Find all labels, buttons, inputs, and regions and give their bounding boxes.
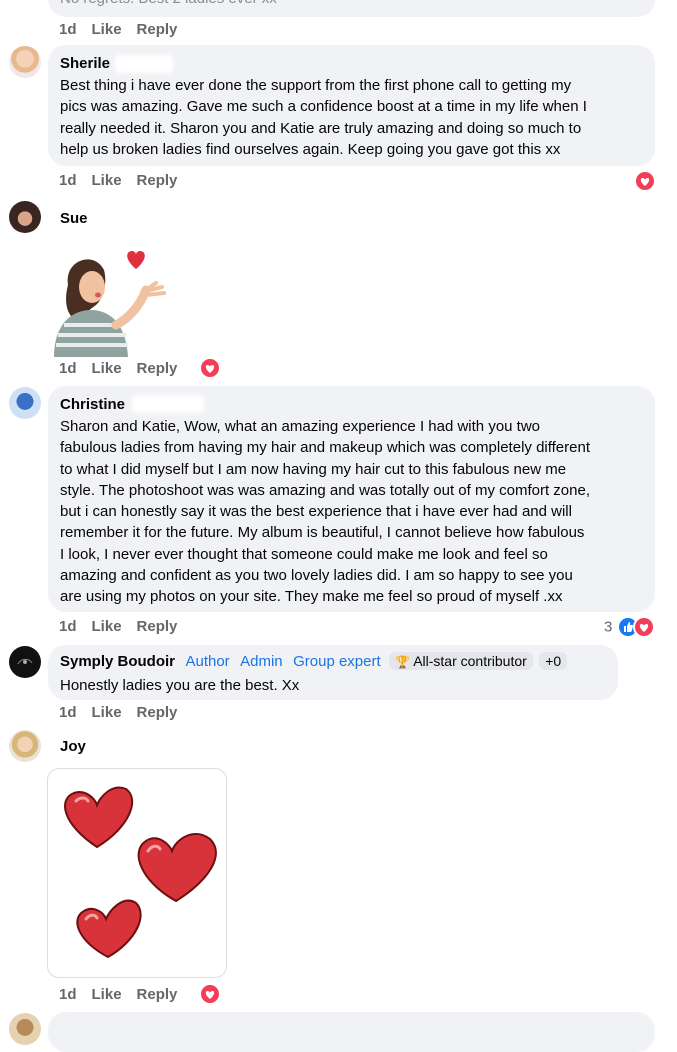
timestamp[interactable]: 1d (59, 21, 77, 38)
group-expert-badge[interactable]: Group expert (293, 653, 381, 670)
reply-button[interactable]: Reply (137, 986, 178, 1003)
heart-reaction-icon[interactable] (199, 357, 221, 379)
commenter-name[interactable]: Christine (60, 396, 125, 413)
name-redaction (96, 210, 136, 228)
avatar[interactable] (9, 730, 41, 762)
heart-icon (76, 899, 142, 959)
like-button[interactable]: Like (92, 618, 122, 635)
three-hearts-sticker[interactable] (47, 768, 227, 978)
comment-bubble (48, 1012, 655, 1052)
timestamp[interactable]: 1d (59, 172, 77, 189)
previous-comment-text: No regrets. Best 2 ladies ever xx (60, 0, 277, 9)
commenter-header: Symply Boudoir Author Admin Group expert… (60, 652, 568, 671)
name-redaction (132, 395, 204, 413)
contributor-label: All-star contributor (413, 653, 527, 669)
comment-actions: 1d Like Reply (59, 360, 192, 377)
avatar[interactable] (9, 201, 41, 233)
comment-actions: 1d Like Reply (59, 618, 192, 635)
comment-actions: 1d Like Reply (59, 986, 192, 1003)
reaction-summary[interactable]: 3 (604, 616, 655, 638)
author-badge[interactable]: Author (185, 653, 229, 670)
heart-reaction-icon[interactable] (634, 170, 656, 192)
heart-reaction-icon (632, 616, 655, 638)
comment-text-line: I look, I never ever thought that someon… (60, 545, 548, 563)
more-badges-button[interactable]: +0 (539, 652, 568, 670)
heart-icon (137, 833, 217, 903)
reply-button[interactable]: Reply (137, 21, 178, 38)
comment-text: Best thing i have ever done the support … (60, 75, 650, 160)
trophy-icon: 🏆 (395, 655, 411, 669)
like-button[interactable]: Like (92, 360, 122, 377)
avatar[interactable] (9, 387, 41, 419)
commenter-name[interactable]: Joy (60, 738, 86, 755)
admin-badge[interactable]: Admin (240, 653, 283, 670)
timestamp[interactable]: 1d (59, 360, 77, 377)
comment-text-line: Best thing i have ever done the support … (60, 77, 572, 94)
name-redaction (115, 55, 173, 73)
comment-text-line: amazing and confident as you two lovely … (60, 567, 573, 585)
heart-icon (64, 786, 134, 849)
like-button[interactable]: Like (92, 172, 122, 189)
reply-button[interactable]: Reply (137, 360, 178, 377)
comment-text-line: to what I did myself but I am now having… (60, 460, 567, 478)
commenter-name[interactable]: Symply Boudoir (60, 653, 175, 670)
timestamp[interactable]: 1d (59, 704, 77, 721)
reply-button[interactable]: Reply (137, 704, 178, 721)
timestamp[interactable]: 1d (59, 986, 77, 1003)
comment-text-line: fabulous ladies from having my hair and … (60, 439, 590, 457)
like-button[interactable]: Like (92, 704, 122, 721)
avatar[interactable] (9, 46, 41, 78)
reply-button[interactable]: Reply (137, 618, 178, 635)
contributor-badge[interactable]: 🏆 All-star contributor (389, 652, 533, 670)
comment-actions: 1d Like Reply (59, 704, 192, 721)
heart-reaction-icon[interactable] (199, 983, 221, 1005)
comment-text-line: really needed it. Sharon you and Katie a… (60, 119, 582, 137)
comment-text-line: Sharon and Katie, Wow, what an amazing e… (60, 418, 541, 435)
commenter-name[interactable]: Sherile (60, 55, 110, 72)
avatar[interactable] (9, 1013, 41, 1045)
comment-text: Sharon and Katie, Wow, what an amazing e… (60, 416, 650, 608)
comment-actions: 1d Like Reply (59, 172, 192, 189)
reaction-count: 3 (604, 618, 613, 636)
comment-text-line: are using my photos on your site. They m… (60, 588, 563, 606)
reply-button[interactable]: Reply (137, 172, 178, 189)
comment-text-line: but i can honestly say it was the best e… (60, 503, 572, 521)
avatar[interactable] (9, 646, 41, 678)
like-button[interactable]: Like (92, 21, 122, 38)
comment-text-line: pics was amazing. Gave me such a confide… (60, 98, 587, 116)
commenter-name[interactable]: Sue (60, 210, 88, 227)
timestamp[interactable]: 1d (59, 618, 77, 635)
like-button[interactable]: Like (92, 986, 122, 1003)
comment-text: Honestly ladies you are the best. Xx (60, 677, 300, 694)
blowing-kiss-sticker[interactable] (46, 245, 171, 357)
comment-text-line: help us broken ladies find ourselves aga… (60, 140, 561, 158)
comment-text-line: remember it for the future. My album is … (60, 524, 585, 542)
comment-text-line: style. The photoshoot was was amazing an… (60, 481, 590, 499)
comment-actions: 1d Like Reply (59, 21, 192, 38)
